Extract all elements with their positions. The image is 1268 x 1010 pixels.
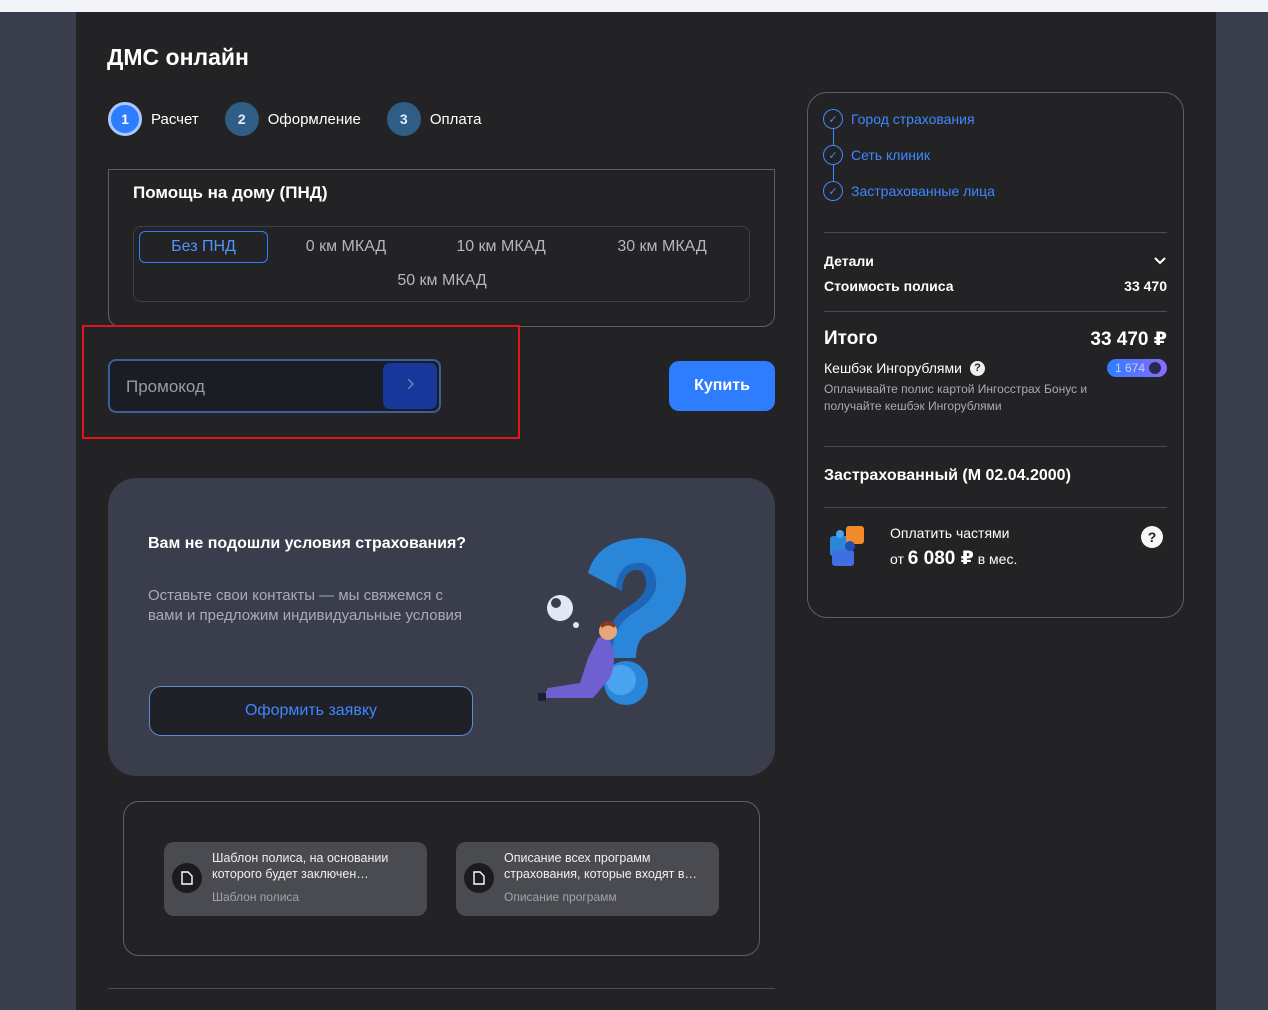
checklist-item-city[interactable]: ✓ Город страхования [823,109,995,145]
installments-amount: 6 080 ₽ [907,548,974,569]
page-title: ДМС онлайн [107,44,249,70]
document-icon [172,863,202,893]
coin-icon [1149,362,1161,374]
cost-label: Стоимость полиса [824,278,954,294]
installments-block[interactable]: Оплатить частями от 6 080 ₽ в мес. ? [824,518,1167,578]
cashback-value: 1 674 [1114,361,1145,375]
pnd-card: Помощь на дому (ПНД) Без ПНД 0 км МКАД 1… [108,169,775,327]
step-number: 2 [224,102,259,136]
step-registration[interactable]: 2 Оформление [224,102,361,136]
installments-price: от 6 080 ₽ в мес. [890,547,1017,570]
insured-person: Застрахованный (М 02.04.2000) [824,467,1071,484]
submit-request-button[interactable]: Оформить заявку [149,686,473,736]
question-illustration [518,533,708,713]
installments-prefix: от [890,551,904,567]
progress-checklist: ✓ Город страхования ✓ Сеть клиник ✓ Заст… [823,109,995,217]
pnd-option-50km[interactable]: 50 км МКАД [380,265,504,297]
divider [108,988,775,989]
pnd-options: Без ПНД 0 км МКАД 10 км МКАД 30 км МКАД … [133,226,750,302]
step-number: 1 [108,102,142,136]
cost-value: 33 470 [1124,278,1167,294]
total-row: Итого 33 470 ₽ [824,328,1167,351]
total-value: 33 470 ₽ [1090,329,1167,350]
step-payment[interactable]: 3 Оплата [386,102,482,136]
cashback-row: Кешбэк Ингорублями ? 1 674 [824,359,1167,377]
doc-policy-template[interactable]: Шаблон полиса, на основании которого буд… [164,842,427,916]
doc-title: Шаблон полиса, на основании которого буд… [212,851,389,881]
help-card: Вам не подошли условия страхования? Оста… [108,478,775,776]
details-label: Детали [824,253,874,269]
help-card-text: Оставьте свои контакты — мы свяжемся с в… [148,587,463,624]
step-calculation[interactable]: 1 Расчет [108,102,199,136]
promo-submit-button[interactable] [383,363,437,409]
step-label: Оформление [267,110,361,128]
chevron-right-icon [405,377,415,395]
buy-button[interactable]: Купить [669,361,775,411]
doc-subtitle: Шаблон полиса [212,890,300,904]
installments-suffix: в мес. [977,551,1018,567]
browser-top-strip [0,0,1268,12]
document-icon [464,863,494,893]
cashback-badge: 1 674 [1106,359,1167,377]
check-icon: ✓ [823,181,843,201]
connector-line [832,129,834,145]
cashback-note: Оплачивайте полис картой Ингосстрах Бону… [824,382,1088,413]
doc-title: Описание всех программ страхования, кото… [504,851,698,881]
chevron-down-icon [1153,253,1167,269]
stepper: 1 Расчет 2 Оформление 3 Оплата [108,102,507,136]
help-icon[interactable]: ? [1141,526,1163,548]
checklist-label: Застрахованные лица [851,183,995,199]
checklist-item-insured[interactable]: ✓ Застрахованные лица [823,181,995,217]
doc-subtitle: Описание программ [504,890,617,904]
help-icon[interactable]: ? [969,360,985,376]
divider [824,311,1167,312]
connector-line [832,165,834,181]
pnd-option-30km[interactable]: 30 км МКАД [600,231,724,263]
installments-title: Оплатить частями [890,525,1010,541]
step-label: Расчет [151,110,199,128]
check-icon: ✓ [823,145,843,165]
documents-card: Шаблон полиса, на основании которого буд… [123,801,760,956]
pnd-option-0km[interactable]: 0 км МКАД [284,231,408,263]
total-label: Итого [824,328,878,349]
divider [824,232,1167,233]
summary-card: ✓ Город страхования ✓ Сеть клиник ✓ Заст… [807,92,1184,618]
promo-placeholder: Промокод [126,377,205,396]
pnd-title: Помощь на дому (ПНД) [133,183,328,202]
check-icon: ✓ [823,109,843,129]
doc-programs-description[interactable]: Описание всех программ страхования, кото… [456,842,719,916]
checklist-item-clinics[interactable]: ✓ Сеть клиник [823,145,995,181]
step-label: Оплата [429,110,482,128]
cost-row: Стоимость полиса 33 470 [824,278,1167,294]
pnd-option-10km[interactable]: 10 км МКАД [439,231,563,263]
divider [824,446,1167,447]
help-card-title: Вам не подошли условия страхования? [148,535,467,552]
cashback-label: Кешбэк Ингорублями [824,360,962,376]
puzzle-icon [828,524,868,568]
checklist-label: Сеть клиник [851,147,930,163]
divider [824,507,1167,508]
step-number: 3 [386,102,421,136]
details-toggle[interactable]: Детали [824,253,1167,269]
pnd-option-none[interactable]: Без ПНД [139,231,268,263]
promo-input[interactable]: Промокод [108,359,441,413]
checklist-label: Город страхования [851,111,975,127]
